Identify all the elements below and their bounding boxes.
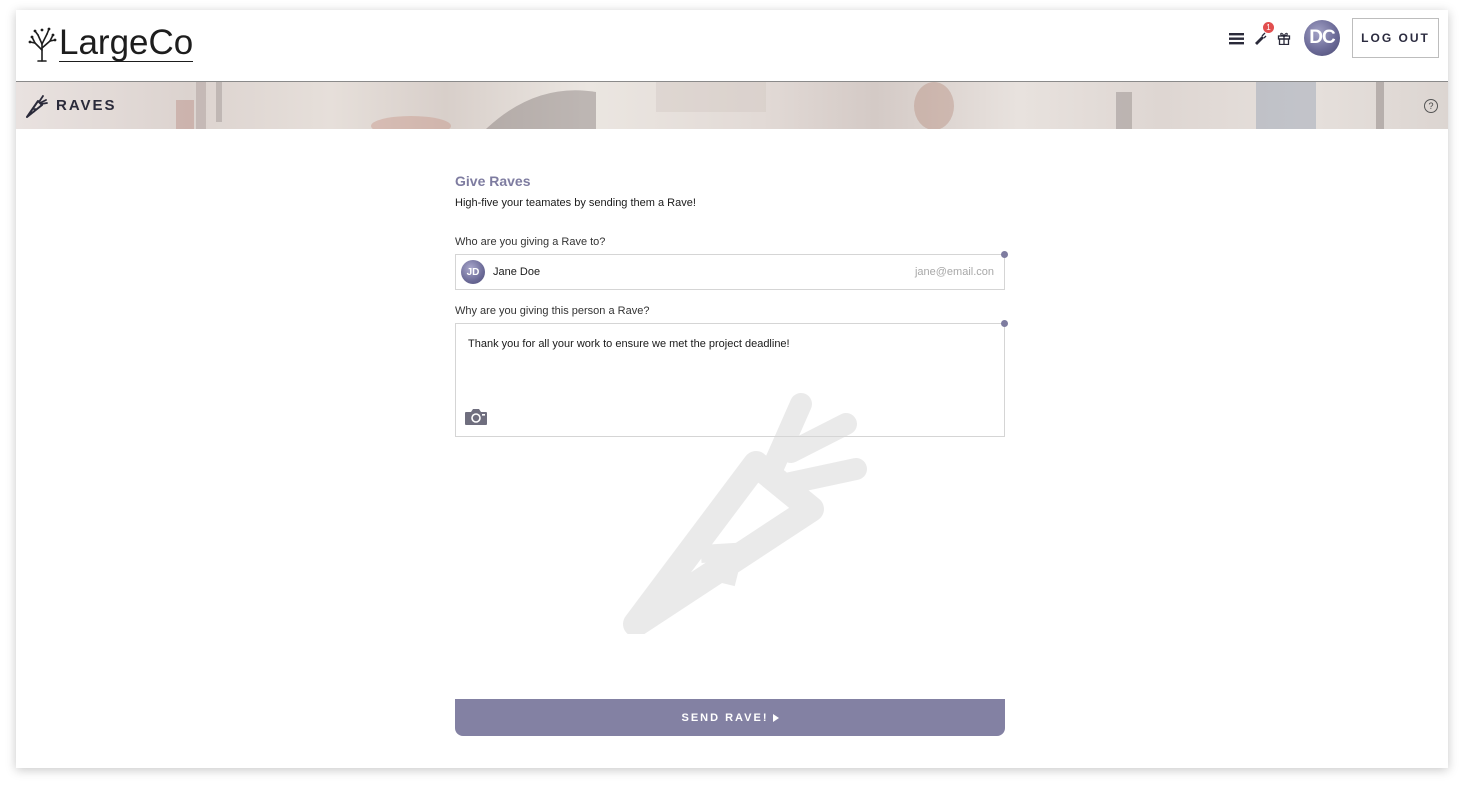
message-label: Why are you giving this person a Rave? (455, 305, 650, 317)
give-rave-form: Give Raves High-five your teamates by se… (455, 173, 1008, 437)
largeco-logo[interactable]: LargeCo (26, 22, 194, 62)
menu-button[interactable] (1226, 28, 1246, 48)
send-rave-button[interactable]: SEND RAVE! (455, 699, 1005, 736)
required-indicator (1001, 251, 1008, 258)
required-indicator (1001, 320, 1008, 327)
camera-icon[interactable] (464, 407, 488, 426)
recipient-email: jane@email.con (914, 266, 994, 278)
help-icon[interactable]: ? (1424, 99, 1438, 113)
notification-icon (1255, 32, 1267, 45)
recipient-label: Who are you giving a Rave to? (455, 236, 606, 248)
user-avatar[interactable]: DC (1304, 20, 1340, 56)
banner-title-group: RAVES (24, 92, 117, 118)
message-textarea[interactable]: Thank you for all your work to ensure we… (455, 320, 1008, 437)
tree-logo-icon (28, 27, 57, 62)
message-text: Thank you for all your work to ensure we… (468, 338, 790, 350)
recipient-field[interactable]: JD Jane Doe jane@email.con (455, 251, 1008, 290)
notification-badge: 1 (1263, 22, 1274, 33)
gift-button[interactable] (1274, 28, 1294, 48)
carrot-icon (26, 95, 48, 118)
recipient-name: Jane Doe (493, 266, 541, 278)
gift-icon (1277, 32, 1291, 45)
top-header: LargeCo 1 DC LOG OUT (16, 10, 1448, 82)
section-banner: RAVES ? (16, 82, 1448, 129)
send-rave-label: SEND RAVE! (681, 711, 769, 724)
app-window: LargeCo 1 DC LOG OUT RAVES ? Give Raves … (16, 10, 1448, 768)
logo-text: LargeCo (59, 23, 194, 62)
header-actions: 1 DC LOG OUT (1226, 18, 1439, 58)
menu-icon (1228, 32, 1244, 44)
main-content: Give Raves High-five your teamates by se… (16, 129, 1448, 768)
page-title: RAVES (56, 96, 117, 114)
logout-button[interactable]: LOG OUT (1352, 18, 1439, 58)
play-arrow-icon (772, 713, 779, 722)
form-subtitle: High-five your teamates by sending them … (455, 197, 696, 209)
banner-background-image (176, 82, 1384, 129)
form-title: Give Raves (455, 173, 531, 189)
notifications-button[interactable]: 1 (1250, 22, 1274, 48)
recipient-avatar: JD (461, 260, 485, 284)
